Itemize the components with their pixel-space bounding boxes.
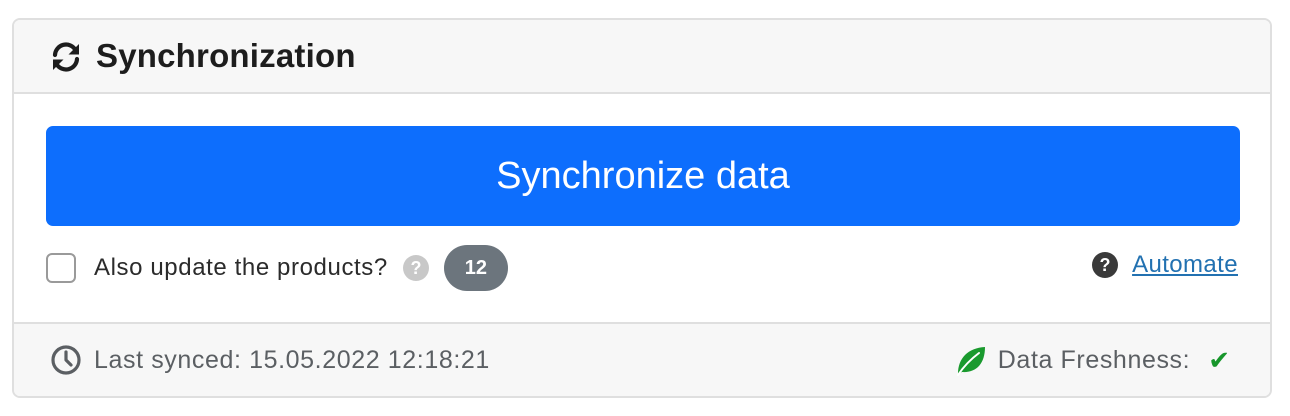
svg-text:?: ? <box>1100 255 1111 275</box>
card-footer: Last synced: 15.05.2022 12:18:21 Data Fr… <box>14 322 1270 396</box>
question-circle-icon[interactable]: ? <box>1091 251 1119 279</box>
options-row: Also update the products? ? 12 ? Automat… <box>46 244 1238 292</box>
products-count-badge: 12 <box>443 245 508 291</box>
check-icon: ✔ <box>1208 344 1230 375</box>
clock-icon <box>50 344 82 376</box>
synchronization-card: Synchronization Synchronize data Also up… <box>12 18 1272 398</box>
data-freshness-label: Data Freshness: <box>997 345 1191 374</box>
automate-link[interactable]: Automate <box>1132 251 1238 279</box>
card-body: Synchronize data Also update the product… <box>14 94 1270 324</box>
update-products-label: Also update the products? <box>94 254 388 281</box>
sync-icon <box>48 39 84 75</box>
card-title: Synchronization <box>96 37 356 74</box>
svg-text:?: ? <box>410 258 421 278</box>
synchronize-data-button[interactable]: Synchronize data <box>46 126 1240 226</box>
leaf-icon <box>954 344 988 378</box>
last-synced-text: Last synced: 15.05.2022 12:18:21 <box>94 345 490 374</box>
update-products-checkbox[interactable] <box>46 253 76 283</box>
question-circle-icon[interactable]: ? <box>402 254 430 282</box>
card-header: Synchronization <box>14 20 1270 94</box>
